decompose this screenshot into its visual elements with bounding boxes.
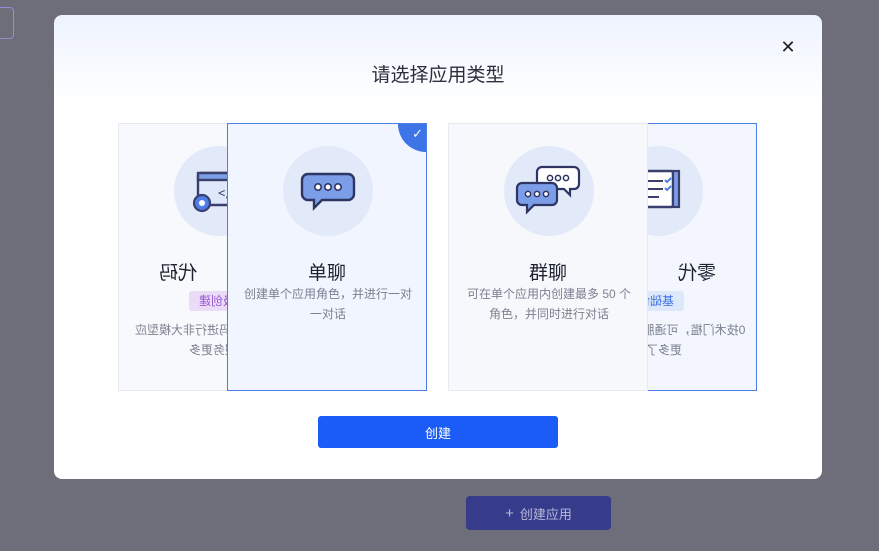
card-description: 可在单个应用内创建最多 50 个角色，并同时进行对话	[466, 287, 632, 321]
plus-icon: +	[505, 504, 514, 522]
card-title: 群聊	[528, 263, 567, 284]
group-chat-bubbles-icon	[504, 146, 594, 236]
create-app-button[interactable]: + 创建应用	[466, 496, 611, 530]
card-description: 创建单个应用角色，并进行一对一对话	[243, 287, 412, 321]
single-chat-bubble-icon	[283, 146, 373, 236]
check-icon: ✓	[412, 126, 423, 141]
background-edge-button	[0, 7, 14, 39]
app-type-card-group-chat[interactable]: 群聊 可在单个应用内创建最多 50 个角色，并同时进行对话	[448, 123, 648, 391]
app-type-card-single-chat[interactable]: ✓ 单聊 创建单个应用角色，并进行一对一对话	[227, 123, 427, 391]
create-button[interactable]: 创建	[318, 416, 558, 448]
card-title: 单聊	[307, 263, 346, 284]
close-icon[interactable]: ✕	[779, 37, 797, 57]
app-type-modal: ✕ 请选择应用类型 </> 代码 级创建 者，可通过代码进行非大模型应用服务更多	[54, 15, 822, 479]
create-app-label: 创建应用	[519, 506, 572, 522]
modal-title: 请选择应用类型	[371, 65, 505, 86]
